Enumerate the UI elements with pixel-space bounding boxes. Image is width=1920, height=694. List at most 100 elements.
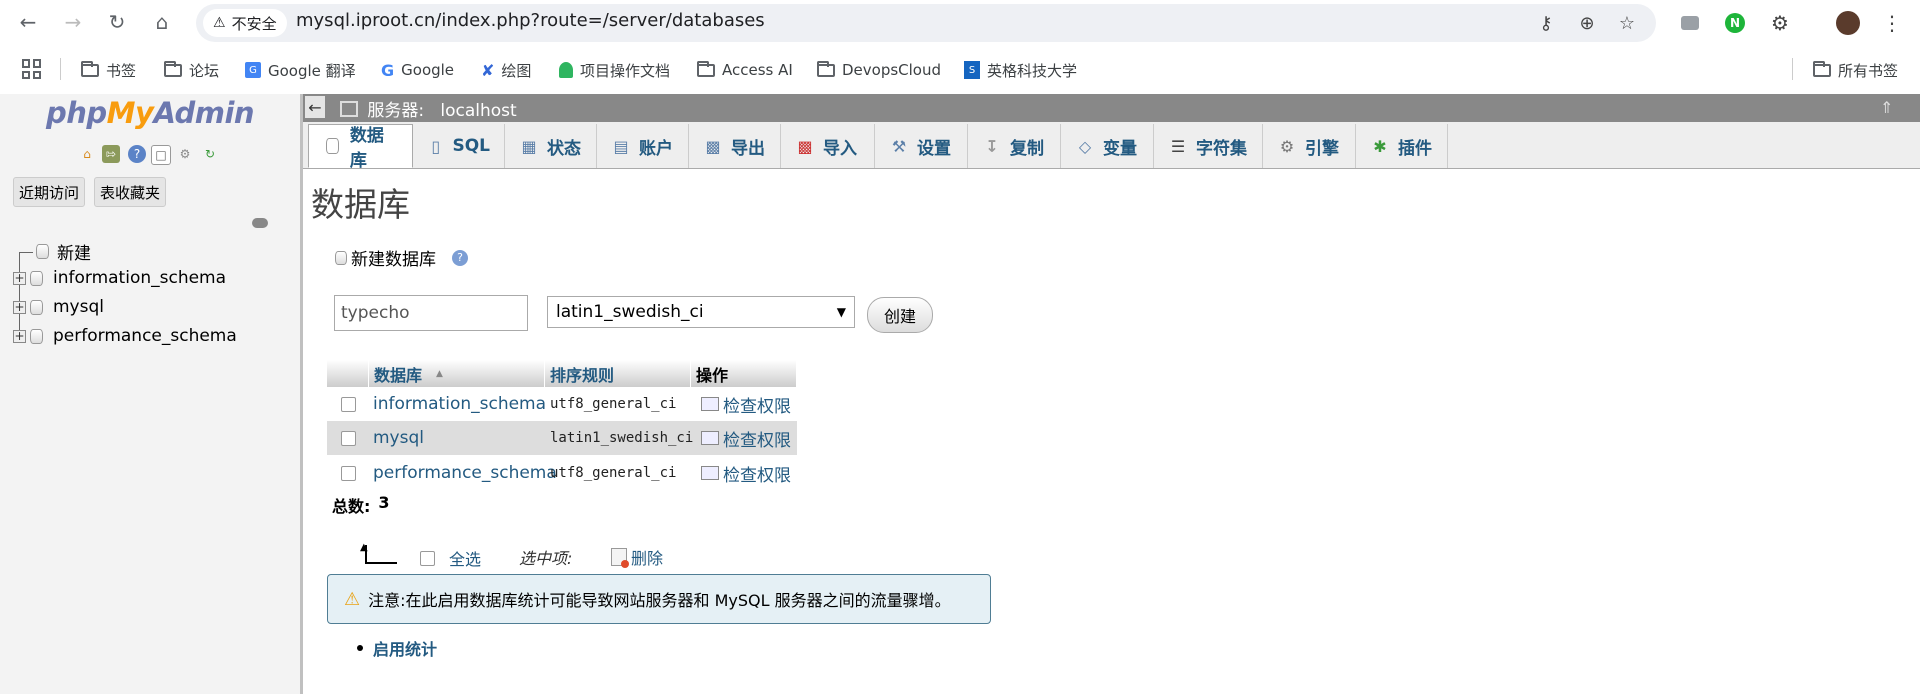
bookmark-folder-all[interactable]: 所有书签 [1813, 58, 1898, 82]
settings-icon: ⚒ [891, 136, 907, 156]
tab-accounts[interactable]: ▤ 账户 [597, 124, 689, 168]
chevron-down-icon: ▼ [836, 305, 846, 319]
phpmyadmin-logo[interactable]: phpMyAdmin [46, 96, 255, 130]
collation-value: latin1_swedish_ci [550, 430, 694, 446]
bookmark-drawing[interactable]: ✘ 绘图 [481, 58, 531, 82]
import-icon: ▩ [797, 136, 813, 156]
star-icon[interactable]: ☆ [1614, 10, 1640, 36]
tab-import[interactable]: ▩ 导入 [781, 124, 875, 168]
tab-databases[interactable]: 数据库 [308, 124, 413, 171]
tab-charsets[interactable]: ☰ 字符集 [1154, 124, 1263, 168]
privileges-icon [701, 397, 719, 411]
menu-icon[interactable]: ⋮ [1878, 9, 1906, 37]
privileges-icon [701, 431, 719, 445]
tab-variables[interactable]: ◇ 变量 [1061, 124, 1154, 168]
recent-tab[interactable]: 近期访问 [13, 177, 86, 207]
nav-splitter[interactable] [300, 94, 303, 694]
tab-replication[interactable]: ↧ 复制 [968, 124, 1061, 168]
forward-icon[interactable]: → [59, 8, 87, 36]
sort-asc-icon: ▲ [436, 368, 443, 379]
puzzle-icon[interactable]: ⚙ [1766, 9, 1794, 37]
check-privileges-link[interactable]: 检查权限 [701, 387, 791, 421]
tab-settings[interactable]: ⚒ 设置 [875, 124, 968, 168]
collation-select[interactable]: latin1_swedish_ci ▼ [547, 296, 855, 328]
create-database-label: 新建数据库 ? [335, 245, 468, 270]
folder-icon [697, 60, 715, 77]
check-privileges-link[interactable]: 检查权限 [701, 456, 791, 490]
home-icon[interactable]: ⌂ [148, 8, 176, 36]
site-info-chip[interactable]: ⚠ 不安全 [203, 9, 287, 37]
help-icon[interactable]: ? [128, 145, 146, 163]
folder-icon [81, 60, 99, 77]
replication-icon: ↧ [985, 136, 999, 156]
reload-nav-icon[interactable]: ↻ [201, 145, 219, 163]
collapse-nav-button[interactable]: ← [305, 96, 325, 118]
bookmark-folder-luntan[interactable]: 论坛 [164, 58, 219, 82]
check-privileges-link[interactable]: 检查权限 [701, 421, 791, 455]
favorites-tab[interactable]: 表收藏夹 [94, 177, 167, 207]
extension-icon[interactable] [1676, 9, 1704, 37]
database-name-link[interactable]: performance_schema [373, 456, 557, 490]
tab-sql[interactable]: ▯ SQL [413, 124, 505, 168]
row-checkbox[interactable] [341, 421, 356, 455]
create-button[interactable]: 创建 [867, 297, 933, 333]
tree-item-performance-schema[interactable]: + performance_schema [13, 324, 237, 348]
settings-icon[interactable]: ⚙ [176, 145, 194, 163]
select-column-header [327, 360, 369, 387]
back-icon[interactable]: ← [14, 8, 42, 36]
drop-button[interactable]: 删除 [611, 545, 663, 569]
database-name-input[interactable] [334, 295, 528, 331]
tree-item-information-schema[interactable]: + information_schema [13, 266, 226, 290]
tree-item-mysql[interactable]: + mysql [13, 295, 104, 319]
tab-export[interactable]: ▩ 导出 [689, 124, 781, 168]
reload-icon[interactable]: ↻ [103, 8, 131, 36]
row-checkbox[interactable] [341, 456, 356, 490]
bookmark-google[interactable]: G Google [381, 58, 454, 82]
collapse-top-icon[interactable]: ⇑ [1880, 98, 1893, 117]
tab-status[interactable]: ▦ 状态 [505, 124, 597, 168]
collation-column-header[interactable]: 排序规则 [545, 360, 691, 387]
database-column-header[interactable]: 数据库 ▲ [369, 360, 545, 387]
select-all-control[interactable]: 全选 [420, 546, 481, 570]
bookmark-folder-devopscloud[interactable]: DevopsCloud [817, 58, 941, 82]
key-icon[interactable]: ⚷ [1533, 10, 1559, 36]
action-column-header: 操作 [691, 360, 797, 387]
plugin-icon: ✱ [1373, 136, 1387, 156]
notice-box: ⚠ 注意:在此启用数据库统计可能导致网站服务器和 MySQL 服务器之间的流量骤… [327, 574, 991, 624]
tab-plugins[interactable]: ✱ 插件 [1356, 124, 1448, 168]
status-icon: ▦ [521, 136, 537, 156]
new-database-icon [36, 243, 49, 259]
bookmark-school[interactable]: S 英格科技大学 [964, 58, 1077, 82]
exit-icon[interactable]: ⇰ [102, 145, 120, 163]
database-name-link[interactable]: mysql [373, 421, 424, 455]
database-name-link[interactable]: information_schema [373, 387, 546, 421]
bookmark-folder-access-ai[interactable]: Access AI [697, 58, 793, 82]
expand-icon[interactable]: + [13, 300, 26, 314]
tree-item-new[interactable]: 新建 [36, 239, 91, 264]
bookmark-divider [1792, 58, 1793, 80]
tab-engines[interactable]: ⚙ 引擎 [1263, 124, 1356, 168]
help-icon[interactable]: ? [452, 249, 468, 266]
enable-stats-item[interactable]: 启用统计 [357, 636, 437, 660]
google-icon: G [381, 60, 395, 80]
apps-icon[interactable] [22, 59, 42, 79]
zoom-icon[interactable]: ⊕ [1574, 10, 1600, 36]
link-icon[interactable] [252, 218, 268, 228]
docs-icon[interactable]: □ [151, 145, 171, 165]
row-checkbox[interactable] [341, 387, 356, 421]
breadcrumb[interactable]: 服务器: localhost [340, 96, 517, 121]
expand-icon[interactable]: + [13, 329, 26, 343]
bookmark-project-docs[interactable]: 项目操作文档 [559, 58, 670, 82]
drop-database-icon [611, 548, 629, 568]
url-text[interactable]: mysql.iproot.cn/index.php?route=/server/… [296, 10, 765, 31]
bookmark-google-translate[interactable]: G Google 翻译 [245, 58, 356, 82]
avatar[interactable] [1834, 9, 1862, 37]
home-icon[interactable]: ⌂ [78, 145, 96, 163]
bookmark-folder-shuqian[interactable]: 书签 [81, 58, 136, 82]
expand-icon[interactable]: + [13, 271, 26, 285]
google-translate-icon: G [245, 62, 261, 78]
tree-line [19, 252, 33, 253]
select-all-checkbox[interactable] [420, 550, 435, 566]
folder-icon [164, 60, 182, 77]
extension-n-icon[interactable]: N [1721, 9, 1749, 37]
